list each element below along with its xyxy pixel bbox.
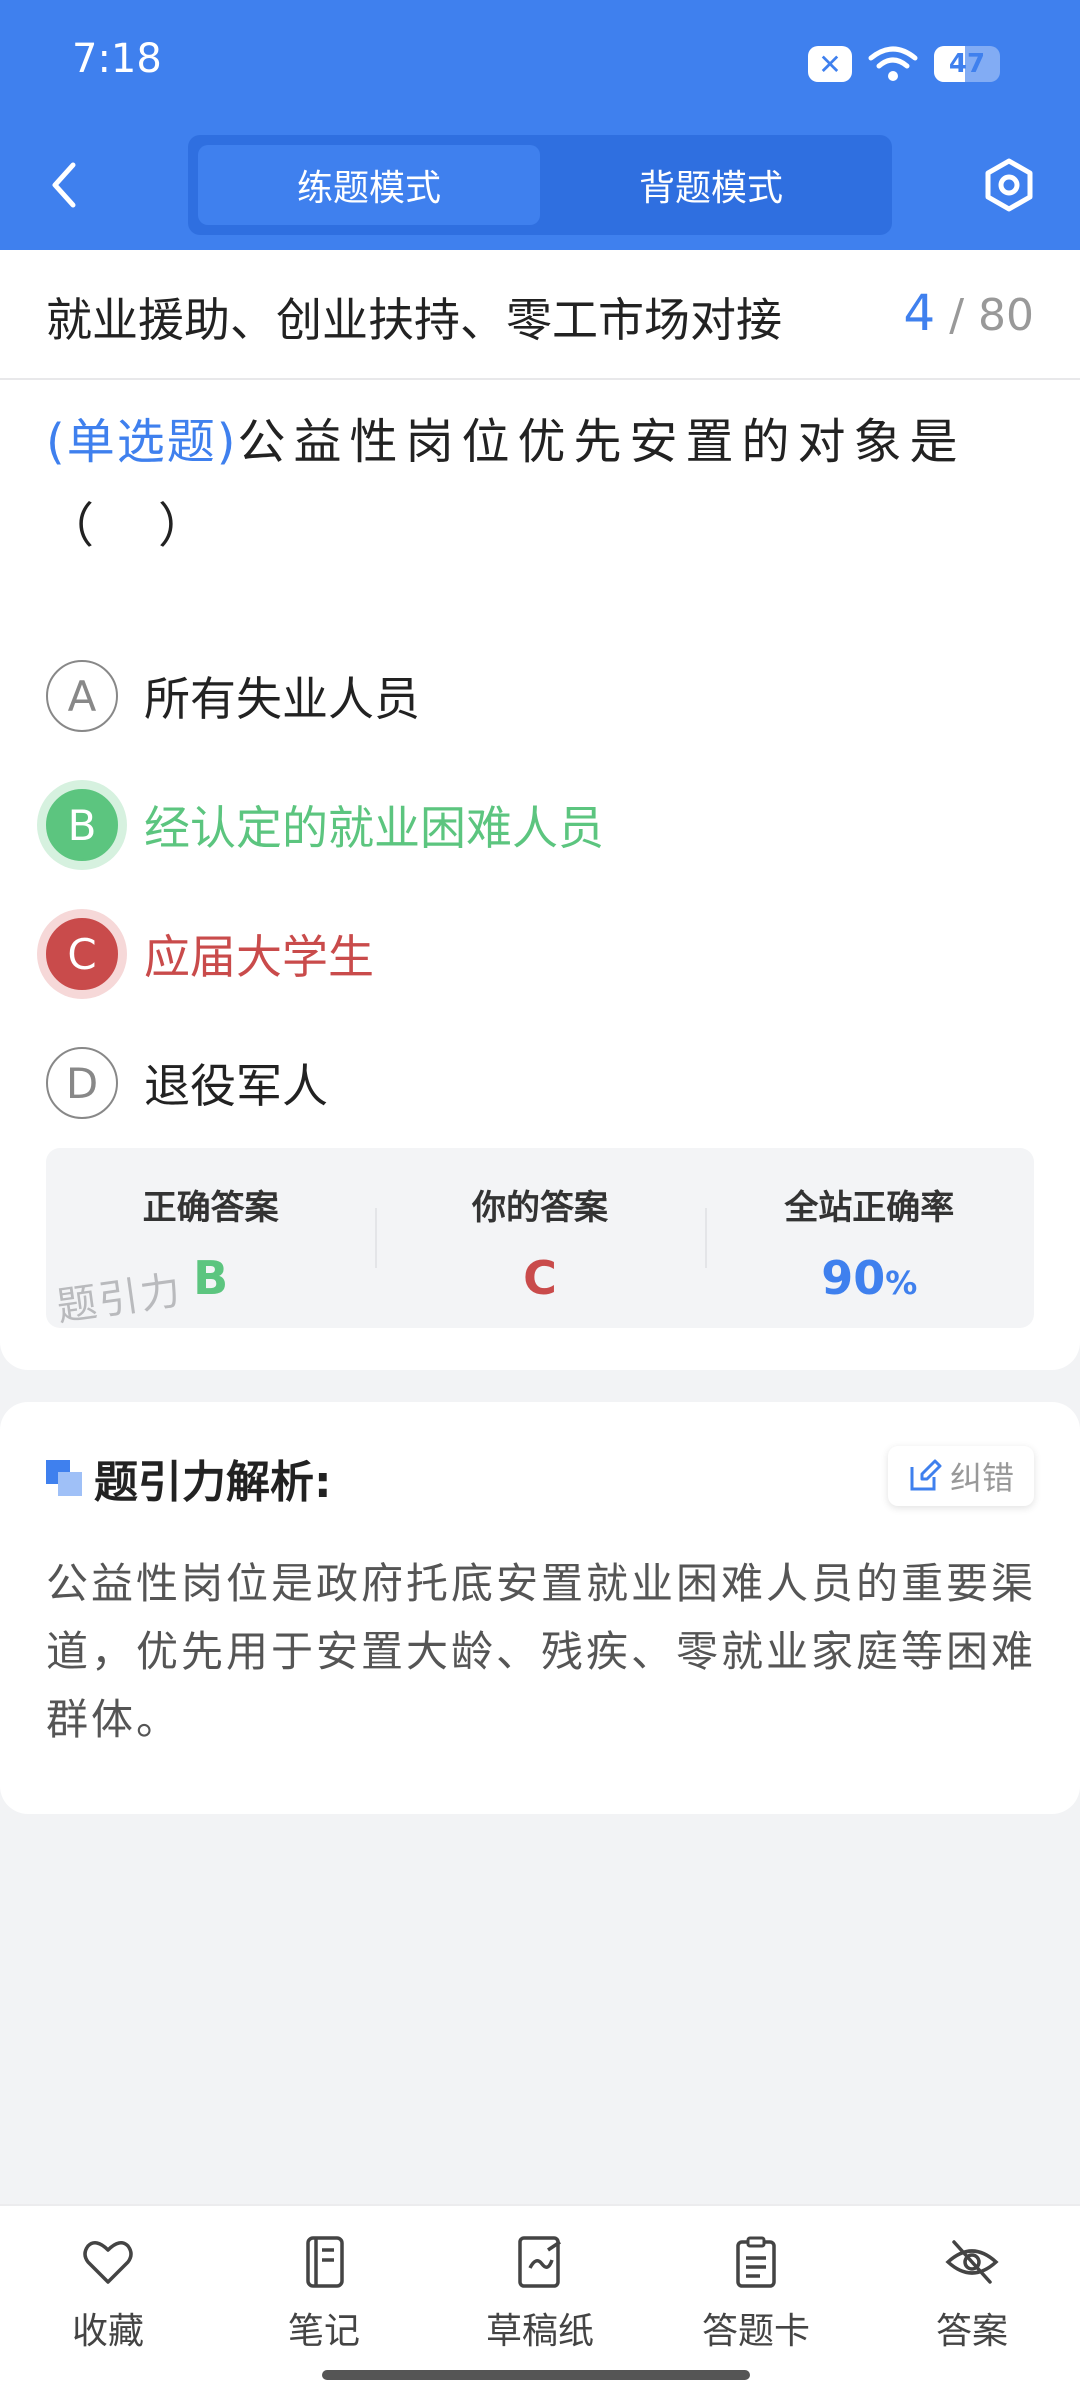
- tab-label: 草稿纸: [485, 2311, 594, 2352]
- analysis-card: 题引力解析: 纠错 公益性岗位是政府托底安置就业困难人员的重要渠道，优先用于安置…: [0, 1402, 1080, 1814]
- option-a[interactable]: A 所有失业人员: [46, 656, 420, 736]
- report-error-label: 纠错: [949, 1459, 1014, 1497]
- tab-favorite[interactable]: 收藏: [0, 2206, 216, 2400]
- heart-icon: [83, 2241, 133, 2284]
- home-indicator[interactable]: [322, 2370, 750, 2380]
- result-summary: 正确答案 B 题引力 你的答案 C 全站正确率 90%: [46, 1148, 1034, 1331]
- accuracy-unit: %: [885, 1264, 918, 1302]
- tab-practice-mode[interactable]: 练题模式: [198, 145, 540, 225]
- chapter-title: 就业援助、创业扶持、零工市场对接: [46, 293, 782, 347]
- tab-label: 答案: [935, 2311, 1008, 2352]
- correct-answer-block: 正确答案 B 题引力: [46, 1148, 375, 1331]
- analysis-text: 公益性岗位是政府托底安置就业困难人员的重要渠道，优先用于安置大龄、残疾、零就业家…: [46, 1559, 1037, 1744]
- tab-label: 收藏: [71, 2311, 144, 2352]
- option-text: 经认定的就业困难人员: [144, 801, 604, 855]
- accuracy-number: 90: [821, 1251, 886, 1305]
- accuracy-value: 90%: [821, 1251, 917, 1305]
- option-b[interactable]: B 经认定的就业困难人员: [46, 785, 604, 865]
- question-type: (单选题): [46, 414, 238, 470]
- total-questions: / 80: [949, 290, 1034, 341]
- option-letter: A: [46, 660, 118, 732]
- edit-icon: [910, 1459, 942, 1491]
- answer-card-icon: [736, 2236, 776, 2288]
- close-badge-icon: ✕: [808, 46, 852, 82]
- battery-level: 47: [948, 49, 986, 79]
- option-c[interactable]: C 应届大学生: [46, 914, 374, 994]
- chapter-row: 就业援助、创业扶持、零工市场对接 4 / 80: [0, 250, 1080, 380]
- analysis-squares-icon: [46, 1460, 82, 1496]
- settings-hexagon-icon: [985, 158, 1033, 212]
- status-icons: ✕ 47: [808, 40, 1000, 88]
- question-text: (单选题)公益性岗位优先安置的对象是（ ）: [46, 400, 1036, 568]
- option-d[interactable]: D 退役军人: [46, 1043, 328, 1123]
- wifi-icon: [868, 46, 918, 81]
- status-time: 7:18: [72, 36, 162, 82]
- battery-icon: 47: [934, 46, 1000, 82]
- option-letter: C: [46, 918, 118, 990]
- accuracy-block: 全站正确率 90%: [704, 1148, 1034, 1328]
- top-header: 7:18 ✕ 47 练题模式 背题模式: [0, 0, 1080, 250]
- tab-answer[interactable]: 答案: [864, 2206, 1080, 2400]
- your-answer-value: C: [523, 1251, 557, 1305]
- tab-memorize-mode[interactable]: 背题模式: [540, 145, 882, 225]
- draft-paper-icon: [518, 2236, 561, 2288]
- option-text: 所有失业人员: [144, 672, 420, 726]
- option-text: 应届大学生: [144, 930, 374, 984]
- question-card: 就业援助、创业扶持、零工市场对接 4 / 80 (单选题)公益性岗位优先安置的对…: [0, 250, 1080, 1370]
- accuracy-label: 全站正确率: [784, 1188, 955, 1228]
- settings-button[interactable]: [974, 150, 1044, 220]
- correct-answer-value: B: [193, 1251, 229, 1305]
- current-question-number: 4: [903, 284, 936, 342]
- your-answer-label: 你的答案: [471, 1188, 608, 1228]
- eye-off-icon: [945, 2240, 999, 2284]
- tab-label: 答题卡: [701, 2311, 810, 2352]
- tab-label: 笔记: [287, 2311, 360, 2352]
- back-button[interactable]: [36, 150, 92, 220]
- report-error-button[interactable]: 纠错: [887, 1446, 1034, 1506]
- option-text: 退役军人: [144, 1059, 328, 1113]
- mode-switch: 练题模式 背题模式: [188, 135, 892, 235]
- notebook-icon: [306, 2236, 344, 2288]
- chevron-left-icon: [52, 162, 76, 208]
- your-answer-block: 你的答案 C: [375, 1148, 704, 1328]
- watermark: 题引力: [53, 1267, 186, 1331]
- option-letter: B: [46, 789, 118, 861]
- option-letter: D: [46, 1047, 118, 1119]
- question-progress: 4 / 80: [903, 284, 1034, 342]
- analysis-title: 题引力解析:: [94, 1457, 332, 1508]
- correct-answer-label: 正确答案: [142, 1188, 279, 1228]
